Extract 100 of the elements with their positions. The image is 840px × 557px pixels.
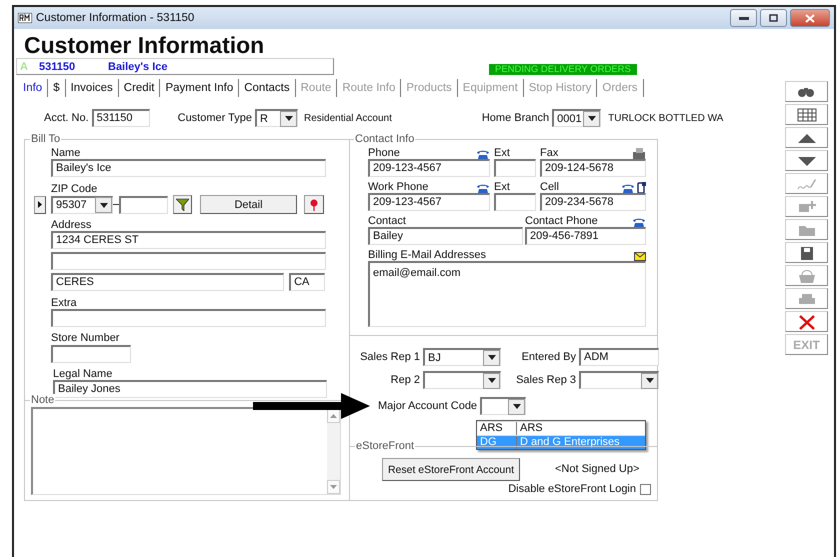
up-button[interactable]	[785, 127, 828, 148]
envelope-icon[interactable]	[634, 252, 646, 261]
funnel-icon	[176, 198, 189, 211]
checkbox[interactable]	[640, 484, 651, 495]
work-phone-field[interactable]: 209-123-4567	[368, 193, 490, 211]
sales-rep-dropdown[interactable]	[579, 371, 659, 389]
group-label: Bill To	[30, 133, 62, 145]
caret-icon	[588, 116, 596, 121]
page-title: Customer Information	[24, 32, 266, 58]
work-ext-field[interactable]	[494, 193, 536, 211]
scroll-up-icon	[330, 414, 337, 418]
name-field[interactable]: Bailey's Ice	[51, 159, 326, 177]
email-field[interactable]: email@email.com	[368, 261, 646, 327]
filter-button[interactable]	[173, 195, 192, 214]
account-number: 531150	[39, 60, 76, 72]
phone-icon[interactable]	[621, 182, 635, 192]
type-description: Residential Account	[304, 112, 392, 124]
phone-icon[interactable]	[476, 183, 490, 193]
find-button[interactable]	[785, 81, 828, 102]
major-account-dropdown[interactable]	[480, 397, 526, 415]
close-button[interactable]	[785, 311, 828, 332]
field-label: Home Branch	[482, 112, 550, 124]
field-label: Name	[51, 148, 82, 159]
group-label: Contact Info	[354, 133, 416, 145]
caret-icon	[646, 378, 654, 383]
tab[interactable]: Invoices	[66, 79, 119, 97]
field-label: Legal Name	[53, 368, 112, 380]
pin-icon	[310, 198, 318, 210]
caret-icon	[100, 202, 108, 208]
down-button[interactable]	[785, 150, 828, 171]
city-field[interactable]: CERES	[51, 273, 284, 291]
minimize-button[interactable]	[730, 9, 757, 27]
customer-type-dropdown[interactable]: R	[255, 109, 298, 127]
map-pin-button[interactable]	[304, 195, 324, 214]
home-branch-dropdown[interactable]: 0001	[552, 109, 602, 127]
ext-field[interactable]	[494, 159, 536, 177]
entered-by-field[interactable]: ADM	[579, 348, 659, 366]
address-field[interactable]: 1234 CERES ST	[51, 231, 326, 249]
customer-name: Bailey's Ice	[108, 60, 168, 72]
window-title: Customer Information - 531150	[36, 12, 194, 24]
field-label: Cell	[540, 182, 559, 193]
state-field[interactable]: CA	[289, 273, 325, 291]
tab[interactable]: Credit	[118, 79, 160, 97]
phone-field[interactable]: 209-123-4567	[368, 159, 490, 177]
field-label: Address	[51, 219, 92, 231]
field-label: Ext	[494, 148, 510, 159]
field-label: Sales Rep 3	[515, 374, 576, 386]
field-label: Acct. No.	[44, 112, 89, 124]
status-letter: A	[20, 60, 29, 72]
contact-phone-field[interactable]: 209-456-7891	[525, 227, 646, 245]
option-code: DG	[477, 436, 517, 449]
fax-field[interactable]: 209-124-5678	[540, 159, 646, 177]
rep-dropdown[interactable]	[423, 371, 501, 389]
alert-banner: PENDING DELIVERY ORDERS	[489, 64, 637, 75]
reset-button[interactable]: Reset eStoreFront Account	[382, 458, 520, 481]
legal-name-field[interactable]: Bailey Jones	[53, 380, 327, 398]
tab[interactable]: Contacts	[239, 79, 296, 97]
caret-icon	[512, 404, 521, 409]
field-label: Contact	[368, 216, 406, 227]
address-line-field[interactable]	[51, 252, 326, 270]
tab[interactable]: Info	[18, 79, 48, 97]
fax-icon[interactable]	[632, 148, 646, 159]
field-label: Billing E-Mail Addresses	[368, 250, 486, 261]
field-label: Entered By	[520, 352, 576, 362]
field-label: Work Phone	[368, 182, 428, 193]
tab[interactable]: $	[48, 79, 66, 97]
group-label: Note	[30, 394, 56, 406]
save-button[interactable]	[785, 242, 828, 263]
extra-field[interactable]	[51, 309, 326, 327]
cell-field[interactable]: 209-234-5678	[540, 193, 646, 211]
phone-icon[interactable]	[632, 217, 646, 227]
option-name: D and G Enterprises	[519, 436, 620, 449]
mobile-phone-icon[interactable]	[637, 182, 646, 193]
grid-button[interactable]	[785, 104, 828, 125]
sales-rep-dropdown[interactable]: BJ	[423, 348, 501, 366]
field-label: Contact Phone	[525, 216, 598, 227]
tab[interactable]: Payment Info	[160, 79, 240, 97]
field-label: ZIP Code	[51, 183, 98, 195]
account-field[interactable]: 531150	[92, 109, 150, 127]
scroll-down-icon	[330, 485, 337, 489]
contact-field[interactable]: Bailey	[368, 227, 523, 245]
field-label: Rep 2	[390, 374, 420, 386]
store-number-field[interactable]	[51, 345, 131, 363]
phone-icon[interactable]	[476, 149, 490, 159]
field-label: Extra	[51, 297, 77, 309]
dash-icon	[113, 204, 119, 206]
expand-button[interactable]	[34, 196, 46, 214]
field-label: Ext	[494, 182, 510, 193]
detail-button[interactable]: Detail	[200, 195, 297, 214]
close-button[interactable]	[790, 9, 830, 27]
caret-icon	[488, 378, 496, 383]
maximize-button[interactable]	[760, 9, 787, 27]
field-label: Customer Type	[178, 112, 252, 124]
caret-icon	[284, 116, 293, 121]
zip-dropdown[interactable]: 95307	[51, 196, 113, 214]
zip-extension-field[interactable]	[119, 196, 168, 214]
field-label: Store Number	[51, 332, 120, 344]
option-name: ARS	[519, 422, 543, 435]
signup-status: <Not Signed Up>	[555, 464, 640, 475]
scrollbar[interactable]	[327, 409, 340, 494]
